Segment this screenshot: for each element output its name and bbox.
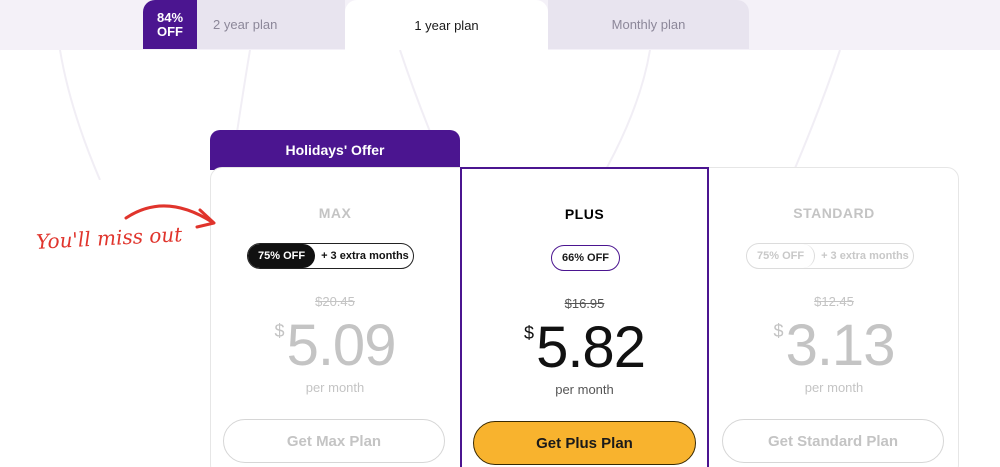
plan-card-plus: PLUS 66% OFF $16.95 $ 5.82 per month Get… — [460, 167, 709, 467]
price-amount: 5.09 — [286, 313, 397, 378]
get-plus-plan-button[interactable]: Get Plus Plan — [473, 421, 696, 465]
tab-2-year-plan[interactable]: 2 year plan — [197, 0, 345, 49]
plan-name: PLUS — [564, 206, 605, 222]
billing-period: per month — [555, 382, 614, 397]
discount-percent: 75% OFF — [248, 244, 316, 268]
extra-months: + 3 extra months — [821, 250, 909, 262]
price: $ 5.82 — [462, 315, 707, 381]
plan-card-max: MAX 75% OFF + 3 extra months $20.45 $ 5.… — [210, 167, 460, 467]
background-arcs — [59, 50, 841, 180]
discount-pill: 75% OFF + 3 extra months — [746, 243, 914, 269]
price-amount: 5.82 — [536, 315, 646, 380]
tab-1-year-plan[interactable]: 1 year plan — [345, 0, 548, 50]
original-price: $20.45 — [315, 294, 355, 309]
billing-period: per month — [804, 380, 864, 395]
plan-name: STANDARD — [793, 205, 875, 221]
plan-name: MAX — [318, 205, 352, 221]
extra-months: + 3 extra months — [321, 250, 409, 262]
price: $ 3.13 — [709, 313, 959, 379]
currency-symbol: $ — [773, 321, 784, 341]
original-price: $12.45 — [814, 294, 854, 309]
currency-symbol: $ — [274, 321, 285, 341]
tab-monthly-plan[interactable]: Monthly plan — [548, 0, 749, 49]
billing-period: per month — [305, 380, 365, 395]
discount-badge: 84% OFF — [143, 0, 197, 49]
price-amount: 3.13 — [785, 313, 896, 378]
discount-badge-percent: 84% — [156, 9, 184, 25]
holiday-offer-header: Holidays' Offer — [210, 130, 460, 170]
discount-pill: 66% OFF — [551, 245, 620, 271]
price: $ 5.09 — [210, 313, 460, 379]
plan-card-standard: STANDARD 75% OFF + 3 extra months $12.45… — [709, 167, 959, 467]
discount-badge-off: OFF — [157, 23, 183, 39]
original-price: $16.95 — [564, 296, 605, 311]
get-max-plan-button[interactable]: Get Max Plan — [223, 419, 445, 463]
curved-arrow-icon — [124, 204, 216, 229]
discount-percent: 75% OFF — [747, 244, 816, 268]
currency-symbol: $ — [524, 323, 535, 343]
get-standard-plan-button[interactable]: Get Standard Plan — [722, 419, 944, 463]
discount-pill: 75% OFF + 3 extra months — [247, 243, 414, 269]
